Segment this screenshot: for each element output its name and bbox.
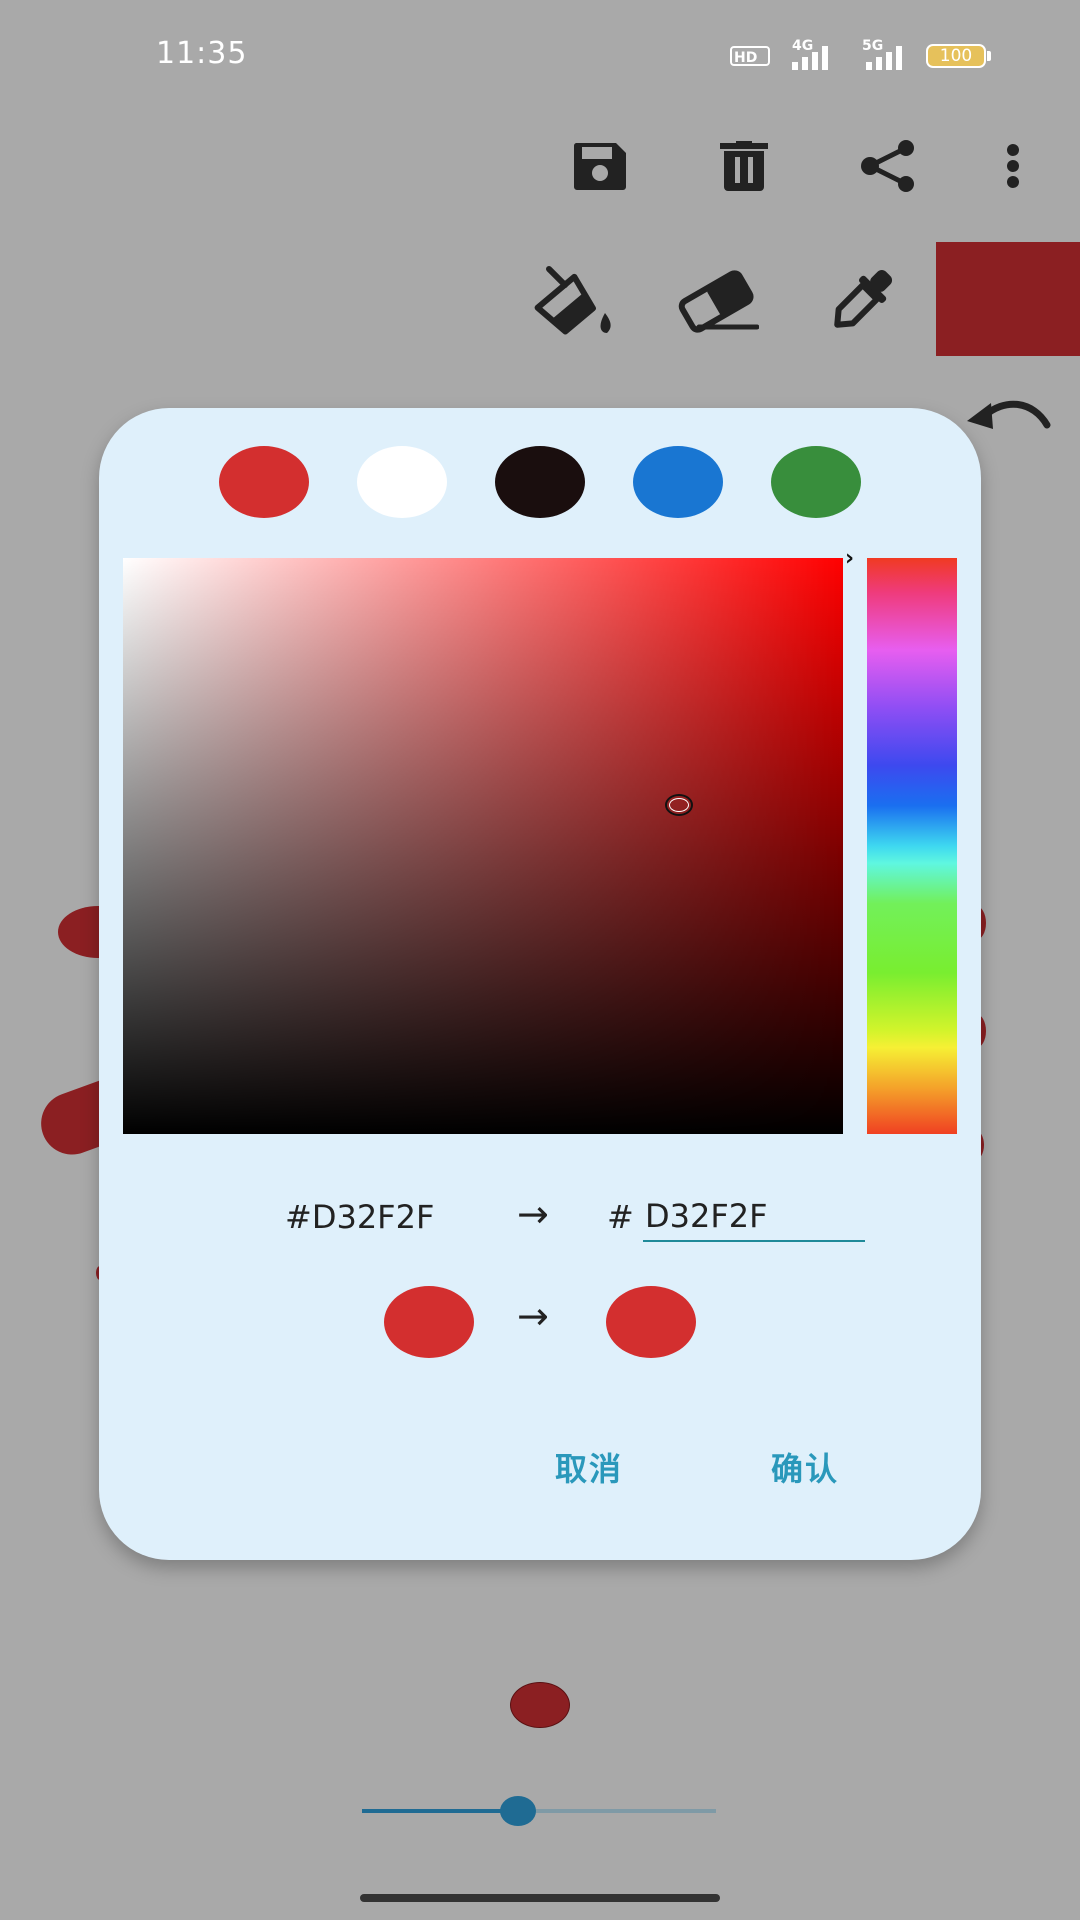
status-icons: HD 4G 5G 100 bbox=[730, 38, 992, 70]
brush-size-slider-fill[interactable] bbox=[362, 1809, 518, 1813]
share-button[interactable] bbox=[856, 136, 920, 196]
arrow-icon: → bbox=[517, 1294, 549, 1338]
network-4g-label: 4G bbox=[792, 38, 814, 54]
current-color-swatch[interactable] bbox=[936, 242, 1080, 356]
navigation-handle[interactable] bbox=[360, 1894, 720, 1902]
save-button[interactable] bbox=[568, 136, 632, 196]
hex-input[interactable] bbox=[643, 1194, 865, 1242]
brush-size-slider-track[interactable] bbox=[517, 1809, 716, 1813]
delete-icon bbox=[720, 141, 768, 191]
status-time: 11:35 bbox=[156, 36, 248, 71]
color-picker-dialog: › #D32F2F → # → 取消 确认 bbox=[99, 408, 981, 1560]
preset-color-green[interactable] bbox=[771, 446, 861, 518]
preset-color-black[interactable] bbox=[495, 446, 585, 518]
undo-icon bbox=[967, 400, 1051, 429]
hd-indicator: HD bbox=[730, 46, 770, 66]
eyedropper-tool-button[interactable] bbox=[824, 264, 900, 336]
new-color-preview bbox=[606, 1286, 696, 1358]
battery-tip bbox=[987, 51, 991, 61]
sv-cursor[interactable] bbox=[665, 794, 693, 816]
more-options-button[interactable] bbox=[996, 136, 1030, 196]
brush-size-preview bbox=[510, 1682, 570, 1728]
preset-color-white[interactable] bbox=[357, 446, 447, 518]
battery-indicator: 100 bbox=[926, 44, 986, 68]
confirm-button[interactable]: 确认 bbox=[771, 1444, 839, 1490]
eraser-icon bbox=[678, 270, 759, 333]
hue-marker-icon: › bbox=[845, 546, 855, 571]
undo-button[interactable] bbox=[962, 396, 1052, 442]
arrow-icon: → bbox=[517, 1192, 549, 1236]
network-5g-label: 5G bbox=[862, 38, 884, 54]
share-icon bbox=[861, 140, 914, 192]
fill-tool-button[interactable] bbox=[530, 262, 618, 338]
hex-hash-prefix: # bbox=[607, 1198, 634, 1236]
eraser-tool-button[interactable] bbox=[676, 266, 760, 334]
save-icon bbox=[573, 143, 626, 190]
old-hex-value: #D32F2F bbox=[285, 1198, 435, 1236]
delete-button[interactable] bbox=[714, 136, 774, 196]
paint-bucket-icon bbox=[534, 266, 611, 335]
cancel-button[interactable]: 取消 bbox=[555, 1444, 623, 1490]
saturation-value-picker[interactable] bbox=[123, 558, 843, 1134]
more-vert-icon bbox=[1007, 144, 1019, 188]
preset-color-red[interactable] bbox=[219, 446, 309, 518]
preset-color-blue[interactable] bbox=[633, 446, 723, 518]
old-color-preview bbox=[384, 1286, 474, 1358]
hue-slider[interactable] bbox=[867, 558, 957, 1134]
eyedropper-icon bbox=[834, 269, 893, 328]
brush-size-slider-thumb[interactable] bbox=[499, 1796, 536, 1826]
